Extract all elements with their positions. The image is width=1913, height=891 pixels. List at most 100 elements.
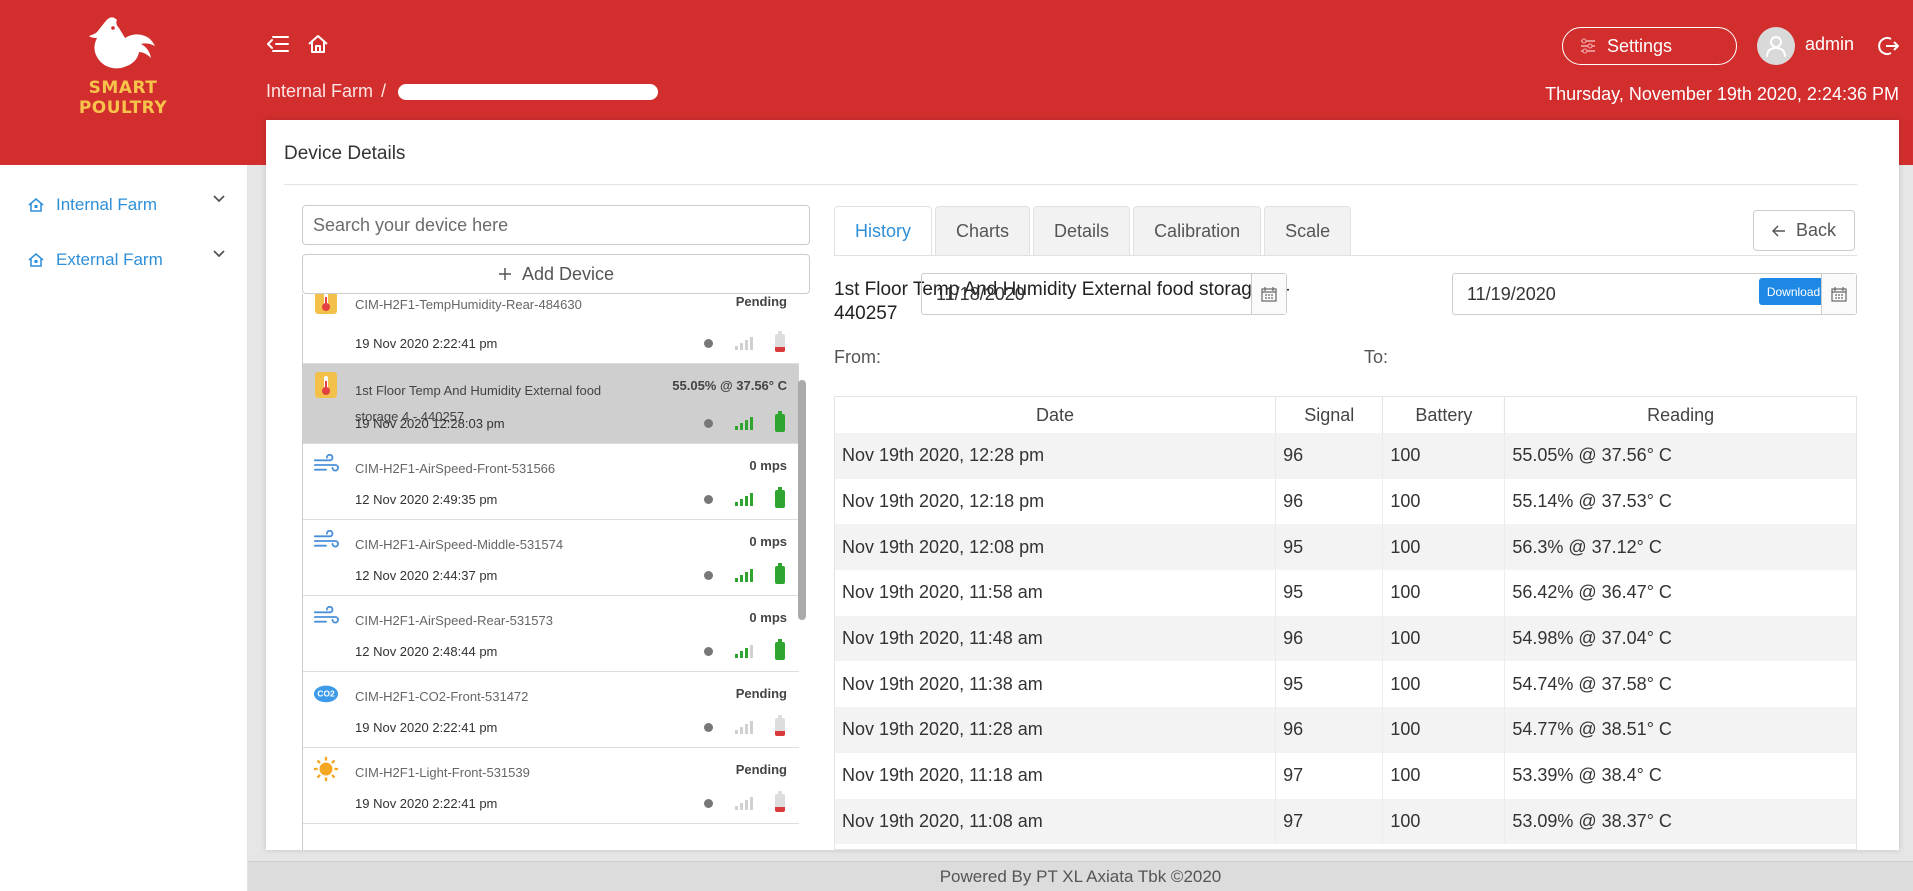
status-dot-icon [704, 570, 713, 580]
device-timestamp: 12 Nov 2020 2:48:44 pm [355, 644, 498, 659]
calendar-icon[interactable] [1821, 274, 1856, 314]
table-row[interactable]: Nov 19th 2020, 11:38 am 95 100 54.74% @ 37.… [835, 661, 1856, 708]
breadcrumb-redacted [398, 83, 659, 100]
device-list-scrollbar[interactable] [798, 380, 806, 620]
tab-calibration[interactable]: Calibration [1133, 206, 1262, 256]
battery-icon [775, 639, 785, 660]
table-row[interactable]: Nov 19th 2020, 12:28 pm 96 100 55.05% @ 37.… [835, 433, 1856, 479]
device-reading: 0 mps [749, 458, 787, 473]
cell-reading: 53.39% @ 38.4° C [1512, 765, 1662, 786]
table-row[interactable]: Nov 19th 2020, 11:28 am 96 100 54.77% @ 38.… [835, 707, 1856, 753]
sidebar-item-external-farm[interactable]: External Farm [0, 232, 247, 287]
cell-date: Nov 19th 2020, 11:28 am [835, 707, 1277, 753]
cell-reading: 54.77% @ 38.51° C [1504, 707, 1856, 753]
device-list-item[interactable]: CIM-H2F1-AirSpeed-Middle-531574 0 mps 12 N… [303, 520, 799, 596]
tab-history[interactable]: History [834, 206, 933, 256]
tabs-underline [834, 255, 1857, 256]
device-details-card: Device Details Add Device CIM-H2F1-TempH… [266, 120, 1899, 850]
device-list[interactable]: CIM-H2F1-TempHumidity-Rear-484630 Pending… [302, 294, 810, 850]
cell-reading: 54.74% @ 37.58° C [1512, 673, 1672, 694]
home-icon[interactable] [304, 30, 332, 58]
cell-date: Nov 19th 2020, 11:08 am [835, 798, 1277, 845]
smart-poultry-logo[interactable]: SMART POULTRY [48, 14, 198, 118]
chevron-down-icon [213, 195, 225, 203]
device-search-input[interactable] [302, 205, 810, 245]
table-row[interactable]: Nov 19th 2020, 12:08 pm 95 100 56.3% @ 37.1… [835, 524, 1856, 571]
device-timestamp: 19 Nov 2020 2:22:41 pm [355, 796, 498, 811]
table-row[interactable]: Nov 19th 2020, 12:18 pm 96 100 55.14% @ 37.… [835, 478, 1856, 525]
username[interactable]: admin [1805, 34, 1854, 55]
collapse-menu-icon[interactable] [264, 30, 292, 58]
device-list-item[interactable]: CIM-H2F1-AirSpeed-Front-531566 0 mps 12 No… [303, 444, 799, 520]
calendar-icon[interactable] [1251, 274, 1286, 314]
device-list-item[interactable]: CIM-H2F1-TempHumidity-Rear-484630 Pending… [303, 294, 799, 364]
device-name: CIM-H2F1-AirSpeed-Front-531566 [355, 461, 556, 476]
to-date-field[interactable] [1452, 273, 1857, 315]
arrow-left-icon [1771, 224, 1785, 237]
logout-icon[interactable] [1874, 32, 1902, 60]
cell-signal: 96 [1275, 615, 1384, 662]
back-button[interactable]: Back [1753, 210, 1855, 251]
device-timestamp: 19 Nov 2020 2:22:41 pm [355, 720, 498, 735]
device-list-item[interactable]: CIM-H2F1-Light-Front-531539 Pending 19 Nov… [303, 748, 799, 824]
cell-date: Nov 19th 2020, 12:18 pm [835, 478, 1277, 525]
cell-battery: 100 [1382, 752, 1506, 799]
table-row[interactable]: Nov 19th 2020, 11:18 am 97 100 53.39% @ 38.… [835, 752, 1856, 799]
cell-signal: 95 [1275, 570, 1384, 616]
device-list-item[interactable]: 1st Floor Temp And Humidity External foo… [303, 364, 799, 444]
sidebar: Internal Farm External Farm [0, 165, 248, 891]
signal-icon [735, 720, 753, 734]
add-device-label: Add Device [521, 263, 615, 284]
battery-icon [775, 715, 785, 736]
to-label: To: [1364, 347, 1389, 367]
from-date-input[interactable] [922, 274, 1251, 314]
table-row[interactable]: Nov 19th 2020, 11:08 am 97 100 53.09% @ 38.… [835, 798, 1856, 845]
column-header-date[interactable]: Date [835, 397, 1277, 433]
rooster-icon [89, 17, 155, 69]
settings-button[interactable]: Settings [1562, 27, 1737, 65]
column-header-battery[interactable]: Battery [1382, 397, 1506, 433]
tab-details[interactable]: Details [1033, 206, 1131, 256]
column-header-signal[interactable]: Signal [1275, 397, 1384, 433]
cell-signal: 97 [1275, 752, 1384, 799]
wind-icon [313, 604, 339, 630]
cell-battery: 100 [1382, 570, 1506, 616]
sun-icon [313, 756, 339, 782]
tab-charts[interactable]: Charts [935, 206, 1031, 256]
from-date-field[interactable] [921, 273, 1287, 315]
add-device-button[interactable]: Add Device [302, 254, 810, 294]
home-icon [28, 252, 44, 267]
device-status [704, 411, 785, 432]
signal-icon [735, 336, 753, 350]
sidebar-item-internal-farm[interactable]: Internal Farm [0, 177, 247, 232]
device-status [704, 331, 785, 352]
status-dot-icon [704, 722, 713, 732]
device-status [704, 563, 785, 584]
avatar[interactable] [1757, 27, 1795, 65]
signal-icon [735, 492, 753, 506]
tab-scale[interactable]: Scale [1264, 206, 1352, 256]
cell-signal: 96 [1275, 707, 1384, 753]
cell-signal: 97 [1275, 798, 1384, 845]
device-reading: Pending [735, 762, 787, 777]
cell-signal: 96 [1275, 433, 1384, 479]
cell-battery: 100 [1382, 661, 1506, 708]
battery-icon [775, 331, 785, 352]
device-list-item[interactable]: CO2 CIM-H2F1-CO2-Front-531472 Pending 19 No… [303, 672, 799, 748]
home-icon [28, 197, 44, 212]
device-status [704, 639, 785, 660]
battery-icon [775, 411, 785, 432]
breadcrumb-root[interactable]: Internal Farm [266, 81, 373, 102]
svg-text:CO2: CO2 [317, 689, 335, 699]
history-table[interactable]: Date Signal Battery Reading Nov 19th 202… [834, 396, 1857, 850]
cell-reading: 53.09% @ 38.37° C [1504, 798, 1856, 845]
sidebar-item-label: Internal Farm [56, 194, 158, 214]
cell-date: Nov 19th 2020, 12:08 pm [835, 524, 1277, 571]
cell-battery: 100 [1382, 478, 1506, 525]
column-header-reading[interactable]: Reading [1504, 397, 1856, 433]
table-row[interactable]: Nov 19th 2020, 11:48 am 96 100 54.98% @ 37.… [835, 615, 1856, 662]
device-list-item[interactable]: CIM-H2F1-AirSpeed-Rear-531573 0 mps 12 Nov… [303, 596, 799, 672]
to-date-input[interactable] [1453, 274, 1821, 314]
table-row[interactable]: Nov 19th 2020, 11:58 am 95 100 56.42% @ 36.… [835, 570, 1856, 616]
signal-icon [735, 568, 753, 582]
